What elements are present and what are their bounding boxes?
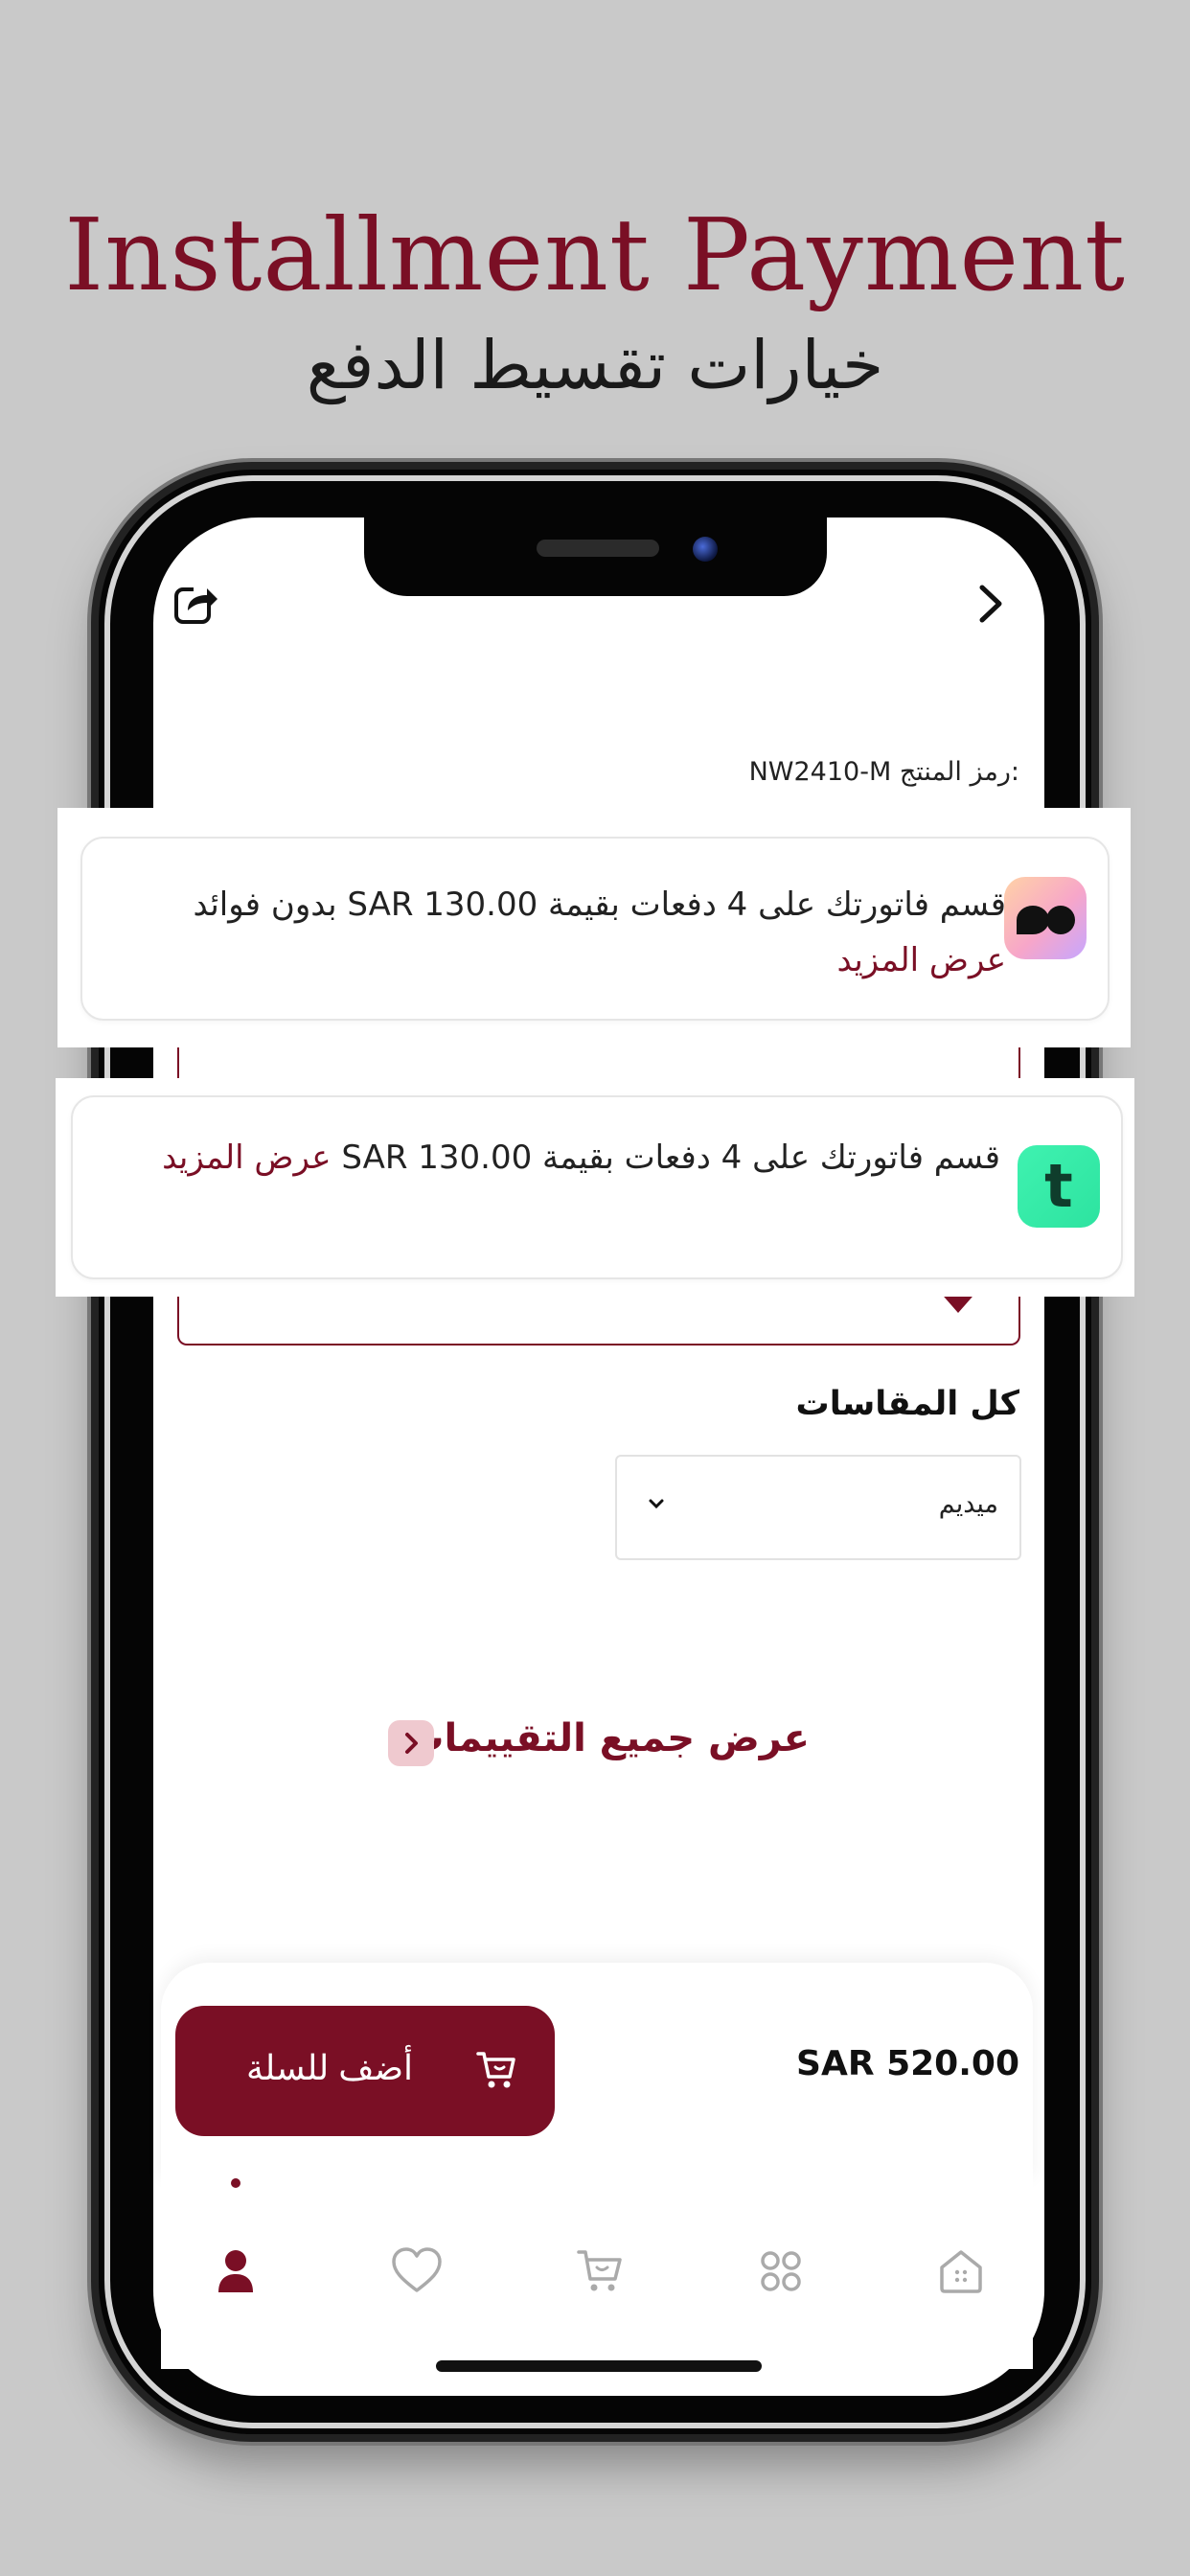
all-reviews-link[interactable]: عرض جميع التقييمات: [388, 1711, 810, 1778]
sizes-label: كل المقاسات: [795, 1385, 1019, 1423]
installment-description: قسم فاتورتك على 4 دفعات بقيمة SAR 130.00…: [193, 886, 1006, 924]
chevron-right-icon[interactable]: [973, 580, 1011, 628]
show-more-link[interactable]: عرض المزيد: [837, 941, 1007, 979]
add-to-cart-label: أضف للسلة: [246, 2048, 414, 2087]
show-more-link[interactable]: عرض المزيد: [162, 1138, 332, 1177]
grid-icon: [761, 2251, 801, 2291]
installment-text: قسم فاتورتك على 4 دفعات بقيمة SAR 130.00…: [157, 1130, 1000, 1185]
tab-categories[interactable]: [752, 2242, 810, 2300]
heart-icon: [392, 2247, 442, 2292]
home-icon: [940, 2250, 982, 2293]
phone-notch: [364, 518, 827, 596]
active-tab-indicator: [231, 2178, 240, 2188]
phone-camera: [693, 537, 718, 562]
tamara-logo-icon: t: [1018, 1145, 1100, 1228]
installment-description: قسم فاتورتك على 4 دفعات بقيمة SAR 130.00: [341, 1138, 1000, 1177]
cart-icon: [474, 2048, 518, 2092]
size-select-value: ميديم: [938, 1489, 998, 1519]
tab-cart[interactable]: [571, 2242, 629, 2300]
installment-text: قسم فاتورتك على 4 دفعات بقيمة SAR 130.00…: [182, 877, 1006, 988]
hero-title-en: Installment Payment: [64, 196, 1126, 313]
user-icon: [218, 2250, 253, 2292]
phone-speaker: [537, 540, 659, 557]
installment-card-tamara[interactable]: t قسم فاتورتك على 4 دفعات بقيمة SAR 130.…: [71, 1095, 1123, 1279]
share-icon[interactable]: [172, 580, 220, 628]
product-code-label: رمز المنتج:: [899, 757, 1019, 787]
all-reviews-label: عرض جميع التقييمات: [405, 1716, 810, 1760]
chevron-right-icon: [388, 1720, 434, 1766]
size-select[interactable]: ميديم: [615, 1455, 1021, 1560]
product-code-value: NW2410-M: [748, 757, 892, 787]
product-price: SAR 520.00: [796, 2044, 1019, 2083]
tab-profile[interactable]: [207, 2242, 264, 2300]
hero-title-ar: خيارات تقسيط الدفع: [306, 326, 884, 404]
tab-home[interactable]: [932, 2242, 990, 2300]
chevron-down-icon: [646, 1493, 667, 1514]
installment-card-tabby[interactable]: قسم فاتورتك على 4 دفعات بقيمة SAR 130.00…: [80, 837, 1110, 1021]
add-to-cart-button[interactable]: أضف للسلة: [175, 2006, 555, 2136]
cart-icon: [577, 2250, 622, 2291]
home-indicator: [436, 2360, 762, 2372]
product-code: رمز المنتج: NW2410-M: [749, 757, 1019, 787]
tab-wishlist[interactable]: [388, 2242, 446, 2300]
tabby-logo-icon: [1004, 877, 1087, 959]
